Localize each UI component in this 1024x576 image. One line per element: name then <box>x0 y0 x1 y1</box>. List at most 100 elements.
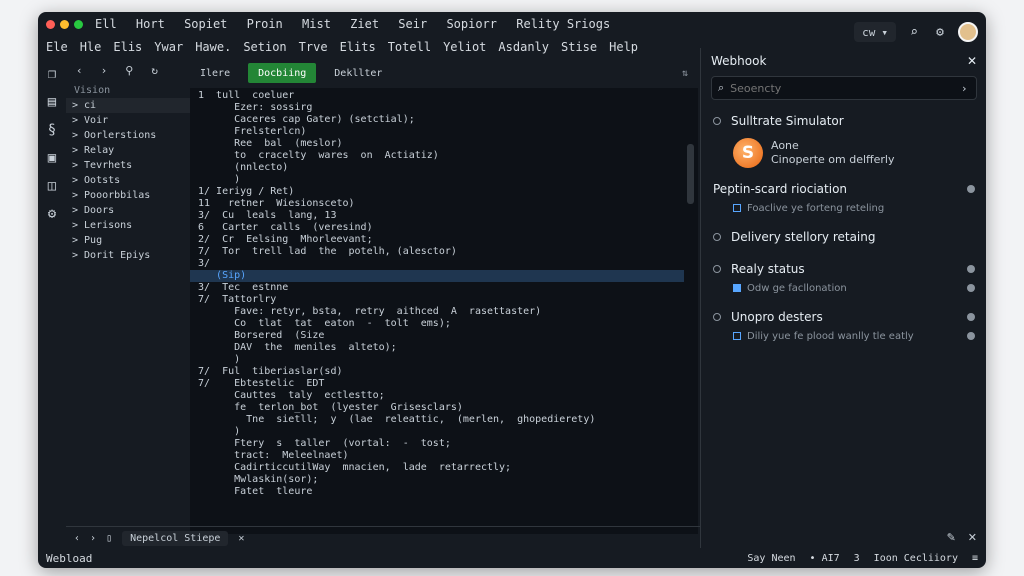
title-menu-item[interactable]: Ziet <box>350 17 379 31</box>
code-line[interactable]: Cauttes taly ectlestto; <box>190 390 684 402</box>
user-card[interactable]: S Aone Cinoperte om delfferly <box>701 132 986 178</box>
chevron-right-icon[interactable]: › <box>962 82 966 95</box>
code-line[interactable]: ) <box>190 354 684 366</box>
maximize-window-button[interactable] <box>74 19 83 29</box>
code-line[interactable]: 7/ Ful tiberiaslar(sd) <box>190 366 684 378</box>
section-upgrade[interactable]: Unopro desters <box>701 306 986 328</box>
title-menu-item[interactable]: Seir <box>398 17 427 31</box>
arrow-right-icon[interactable]: › <box>90 533 96 544</box>
menu-item[interactable]: Stise <box>561 40 597 54</box>
code-line[interactable]: Co tlat tat eaton - tolt ems); <box>190 318 684 330</box>
pin-icon[interactable]: ⚲ <box>125 64 133 77</box>
subitem[interactable]: Odw ge facllonation <box>701 280 986 296</box>
extensions-icon[interactable]: ◫ <box>44 178 60 194</box>
tree-item[interactable]: > Oorlerstions <box>66 128 190 143</box>
scrollbar-thumb[interactable] <box>687 144 694 204</box>
arrow-left-icon[interactable]: ‹ <box>74 533 80 544</box>
search-input[interactable] <box>728 80 963 96</box>
status-item[interactable]: • AI7 <box>810 553 840 564</box>
code-line[interactable]: Tne sietll; y (lae releattic, (merlen, g… <box>190 414 684 426</box>
section-delivery[interactable]: Delivery stellory retaing <box>701 226 986 248</box>
tree-item[interactable]: > Lerisons <box>66 218 190 233</box>
tree-item[interactable]: > Relay <box>66 143 190 158</box>
status-item[interactable]: 3 <box>854 553 860 564</box>
tree-item[interactable]: > Dorit Epiys <box>66 248 190 263</box>
menu-item[interactable]: Trve <box>299 40 328 54</box>
forward-icon[interactable]: › <box>101 64 108 77</box>
code-line[interactable]: tract: Meleelnaet) <box>190 450 684 462</box>
minimize-window-button[interactable] <box>60 19 69 29</box>
code-line[interactable]: Ezer: sossirg <box>190 102 684 114</box>
code-line[interactable]: 7/ Tattorlry <box>190 294 684 306</box>
code-line[interactable]: fe terlon_bot (lyester Grisesclars) <box>190 402 684 414</box>
code-line[interactable]: Borsered (Size <box>190 330 684 342</box>
title-menu-item[interactable]: Proin <box>247 17 283 31</box>
menu-item[interactable]: Hawe. <box>195 40 231 54</box>
code-line[interactable]: DAV the meniles alteto); <box>190 342 684 354</box>
close-panel-icon[interactable]: ✕ <box>967 54 977 68</box>
title-menu-item[interactable]: Hort <box>136 17 165 31</box>
menu-item[interactable]: Ywar <box>154 40 183 54</box>
title-menu-item[interactable]: Sopiet <box>184 17 227 31</box>
code-line[interactable]: 11 retner Wiesionsceto) <box>190 198 684 210</box>
code-line[interactable]: 7/ Ebtestelic EDT <box>190 378 684 390</box>
checkbox[interactable] <box>733 332 741 340</box>
code-line[interactable]: 6 Carter calls (veresind) <box>190 222 684 234</box>
settings-gear-icon[interactable]: ⚙ <box>44 206 60 222</box>
menu-item[interactable]: Asdanly <box>498 40 549 54</box>
search-icon[interactable]: ⌕ <box>906 25 922 40</box>
code-line[interactable]: 1 tull coeluer <box>190 90 684 102</box>
code-line[interactable]: Frelsterlcn) <box>190 126 684 138</box>
code-line[interactable]: (nnlecto) <box>190 162 684 174</box>
code-line[interactable]: ) <box>190 426 684 438</box>
code-line[interactable]: Fave: retyr, bsta, retry aithced A raset… <box>190 306 684 318</box>
code-line[interactable]: 1/ Ieriyg / Ret) <box>190 186 684 198</box>
close-icon[interactable]: ✕ <box>968 531 977 544</box>
menu-item[interactable]: Setion <box>243 40 286 54</box>
tree-item[interactable]: > Tevrhets <box>66 158 190 173</box>
menu-item[interactable]: Ele <box>46 40 68 54</box>
tree-item[interactable]: > Ootsts <box>66 173 190 188</box>
title-menu-item[interactable]: Relity Sriogs <box>516 17 610 31</box>
tree-item[interactable]: > Doors <box>66 203 190 218</box>
checkbox-checked[interactable] <box>733 284 741 292</box>
editor-tab[interactable]: Ilere <box>190 63 240 83</box>
section-relay-status[interactable]: Realy status <box>701 258 986 280</box>
code-line[interactable]: 3/ Tec estnne <box>190 282 684 294</box>
code-line[interactable]: to cracelty wares on Actiatiz) <box>190 150 684 162</box>
editor-tab[interactable]: Dekllter <box>324 63 392 83</box>
code-line[interactable]: Ree bal (meslor) <box>190 138 684 150</box>
code-line[interactable]: Mwlaskin(sor); <box>190 474 684 486</box>
status-item[interactable]: Say Neen <box>747 553 795 564</box>
tree-item[interactable]: > ci <box>66 98 190 113</box>
title-menu-item[interactable]: Mist <box>302 17 331 31</box>
code-line[interactable]: (Sip) <box>190 270 684 282</box>
menu-item[interactable]: Help <box>609 40 638 54</box>
menu-item[interactable]: Elis <box>113 40 142 54</box>
back-icon[interactable]: ‹ <box>76 64 83 77</box>
split-icon[interactable]: ▯ <box>106 533 112 544</box>
status-item[interactable]: ≡ <box>972 553 978 564</box>
tree-item[interactable]: > Voir <box>66 113 190 128</box>
subitem[interactable]: Foaclive ye forteng reteling <box>701 200 986 216</box>
code-line[interactable]: Caceres cap Gater) (setctial); <box>190 114 684 126</box>
editor-scrollbar[interactable] <box>684 88 698 534</box>
code-line[interactable]: CadirticcutilWay mnacien, lade retarrect… <box>190 462 684 474</box>
edit-icon[interactable]: ✎ <box>947 531 956 544</box>
subitem[interactable]: Diliy yue fe plood wanlly tle eatly <box>701 328 986 344</box>
explorer-icon[interactable]: ❐ <box>44 66 60 82</box>
checkbox[interactable] <box>733 204 741 212</box>
title-menu-item[interactable]: Ell <box>95 17 117 31</box>
menu-item[interactable]: Totell <box>388 40 431 54</box>
code-line[interactable]: Ftery s taller (vortal: - tost; <box>190 438 684 450</box>
menu-item[interactable]: Elits <box>340 40 376 54</box>
menu-item[interactable]: Yeliot <box>443 40 486 54</box>
view-select[interactable]: cw ▾ <box>854 22 896 42</box>
refresh-icon[interactable]: ↻ <box>151 64 158 77</box>
code-area[interactable]: 1 tull coeluer Ezer: sossirg Caceres cap… <box>190 90 684 498</box>
debug-icon[interactable]: ▣ <box>44 150 60 166</box>
account-avatar[interactable] <box>958 22 978 42</box>
code-line[interactable]: 7/ Tor trell lad the potelh, (alesctor) <box>190 246 684 258</box>
bottom-tab[interactable]: Nepelcol Stiepe <box>122 530 229 546</box>
source-control-icon[interactable]: § <box>44 122 60 138</box>
